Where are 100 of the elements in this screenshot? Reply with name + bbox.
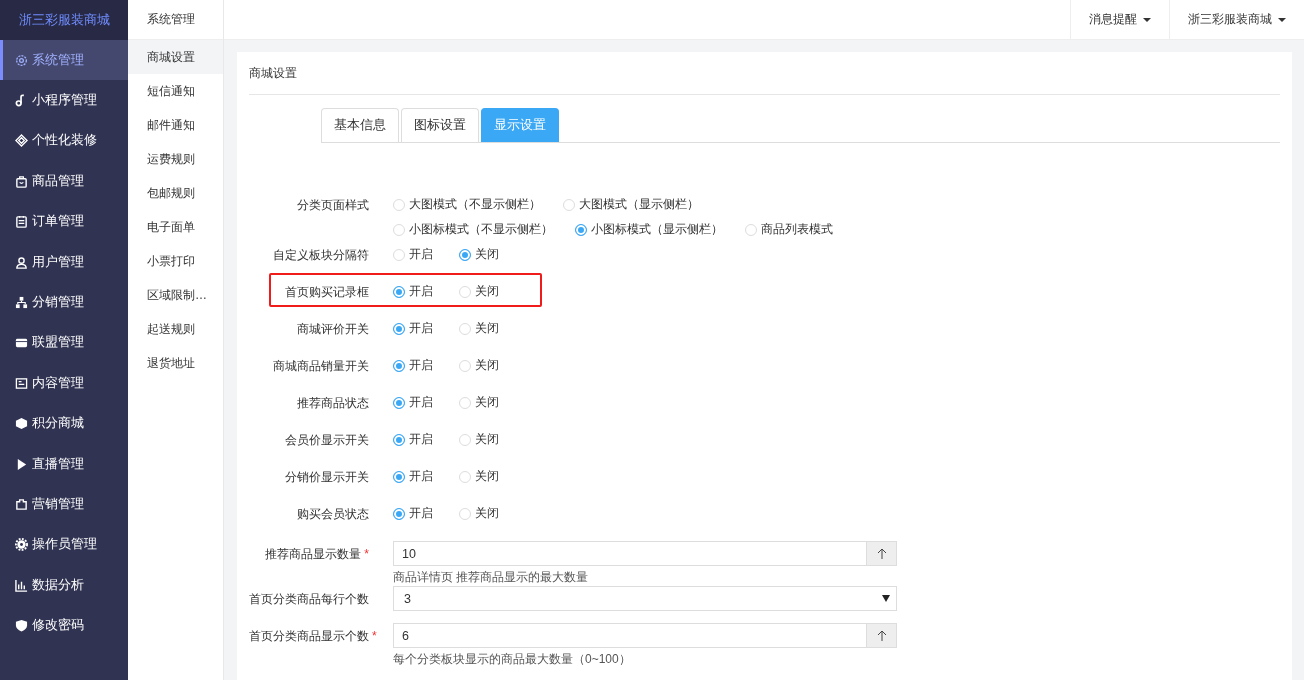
radio-option[interactable]: 关闭: [459, 467, 503, 485]
article-icon: [15, 376, 28, 390]
option-label: 小图标模式（显示侧栏）: [591, 221, 723, 238]
radio-option[interactable]: 关闭: [459, 356, 503, 374]
subnav-item[interactable]: 运费规则: [128, 142, 223, 176]
subnav-item[interactable]: 起送规则: [128, 312, 223, 346]
sidebar-item[interactable]: 操作员管理: [0, 524, 128, 566]
sidebar-item[interactable]: 联盟管理: [0, 322, 128, 364]
radio-button[interactable]: [575, 223, 587, 236]
sidebar-item[interactable]: 订单管理: [0, 201, 128, 242]
radio-option[interactable]: 开启: [393, 319, 437, 337]
radio-option[interactable]: 商品列表模式: [745, 220, 833, 238]
subnav-item[interactable]: 区域限制…: [128, 278, 223, 312]
dropdown-arrow-icon: [882, 595, 890, 602]
field-label: 商城评价开关: [296, 321, 369, 338]
up-arrow-icon: [876, 548, 887, 559]
option-label: 关闭: [475, 468, 499, 485]
diamond-icon: [15, 134, 28, 148]
sidebar-item[interactable]: 小程序管理: [0, 80, 128, 121]
brand-title: 浙三彩服装商城: [0, 0, 128, 40]
radio-option[interactable]: 大图模式（显示侧栏）: [563, 195, 699, 213]
puzzle-icon: [15, 498, 28, 511]
tab[interactable]: 基本信息: [321, 108, 399, 142]
sidebar-item[interactable]: 个性化装修: [0, 120, 128, 162]
sidebar-item[interactable]: 修改密码: [0, 605, 128, 646]
calendar-icon: [15, 215, 28, 229]
option-label: 关闭: [475, 394, 499, 411]
sidebar-item[interactable]: 系统管理: [0, 40, 128, 81]
number-field[interactable]: 6: [393, 623, 867, 648]
option-label: 开启: [409, 431, 433, 448]
field-label: 购买会员状态: [296, 506, 369, 523]
sidebar-item[interactable]: 积分商城: [0, 403, 128, 444]
subnav-item[interactable]: 小票打印: [128, 244, 223, 278]
sidebar-item[interactable]: 商品管理: [0, 161, 128, 202]
radio-option[interactable]: 大图模式（不显示侧栏）: [393, 195, 541, 213]
sidebar-item[interactable]: 数据分析: [0, 565, 128, 606]
sidebar-item[interactable]: 直播管理: [0, 443, 128, 485]
tab[interactable]: 图标设置: [401, 108, 479, 142]
radio-button[interactable]: [459, 248, 471, 261]
dropdown-menu[interactable]: 消息提醒: [1070, 0, 1169, 39]
select-field[interactable]: 3: [393, 586, 897, 611]
field-label: 推荐商品状态: [296, 395, 369, 412]
radio-button[interactable]: [393, 396, 405, 409]
sidebar-item[interactable]: 用户管理: [0, 241, 128, 283]
subnav-item[interactable]: 商城设置: [128, 40, 223, 74]
radio-option[interactable]: 开启: [393, 467, 437, 485]
gear-icon: [15, 53, 28, 67]
radio-option[interactable]: 开启: [393, 430, 437, 448]
shield-icon: [15, 619, 28, 633]
radio-option[interactable]: 开启: [393, 393, 437, 411]
number-field[interactable]: 10: [393, 541, 867, 566]
option-label: 关闭: [475, 357, 499, 374]
option-label: 商品列表模式: [761, 221, 833, 238]
radio-button[interactable]: [393, 322, 405, 335]
sidebar-item[interactable]: 营销管理: [0, 484, 128, 525]
option-label: 关闭: [475, 505, 499, 522]
option-label: 大图模式（显示侧栏）: [579, 196, 699, 213]
option-label: 开启: [409, 357, 433, 374]
option-label: 关闭: [475, 431, 499, 448]
radio-option[interactable]: 关闭: [459, 245, 503, 263]
stepper-button[interactable]: [867, 623, 897, 648]
required-mark: *: [364, 547, 369, 561]
subnav-item[interactable]: 包邮规则: [128, 176, 223, 210]
subnav-item[interactable]: 退货地址: [128, 346, 223, 380]
radio-option[interactable]: 关闭: [459, 319, 503, 337]
required-mark: *: [372, 629, 377, 643]
sidebar-item[interactable]: 分销管理: [0, 282, 128, 323]
option-label: 开启: [409, 246, 433, 263]
radio-option[interactable]: 关闭: [459, 393, 503, 411]
radio-option[interactable]: 关闭: [459, 430, 503, 448]
cog-icon: [15, 538, 28, 552]
panel-title: 商城设置: [249, 64, 297, 82]
radio-button[interactable]: [393, 507, 405, 520]
option-label: 开启: [409, 394, 433, 411]
radio-option[interactable]: 小图标模式（显示侧栏）: [575, 220, 723, 238]
up-arrow-icon: [876, 630, 887, 641]
radio-button[interactable]: [393, 433, 405, 446]
stepper-button[interactable]: [867, 541, 897, 566]
radio-option[interactable]: 开启: [393, 504, 437, 522]
field-label: 分类页面样式: [296, 197, 369, 214]
radio-option[interactable]: 关闭: [459, 504, 503, 522]
dropdown-menu[interactable]: 浙三彩服装商城: [1169, 0, 1304, 39]
radio-option[interactable]: 开启: [393, 245, 437, 263]
field-label: 商城商品销量开关: [272, 358, 369, 375]
caret-icon: [1278, 17, 1286, 22]
radio-option[interactable]: 关闭: [459, 282, 503, 300]
bar-chart-icon: [15, 578, 28, 592]
option-label: 关闭: [475, 283, 499, 300]
radio-option[interactable]: 开启: [393, 356, 437, 374]
sidebar-item[interactable]: 内容管理: [0, 363, 128, 404]
radio-button[interactable]: [393, 359, 405, 372]
radio-button[interactable]: [393, 470, 405, 483]
network-icon: [15, 296, 28, 310]
subnav-item[interactable]: 短信通知: [128, 74, 223, 108]
field-label: 会员价显示开关: [284, 432, 369, 449]
radio-option[interactable]: 开启: [393, 282, 437, 300]
radio-button[interactable]: [393, 285, 405, 298]
subnav-item[interactable]: 电子面单: [128, 210, 223, 244]
subnav-item[interactable]: 邮件通知: [128, 108, 223, 142]
field-label: 推荐商品显示数量: [265, 547, 362, 561]
